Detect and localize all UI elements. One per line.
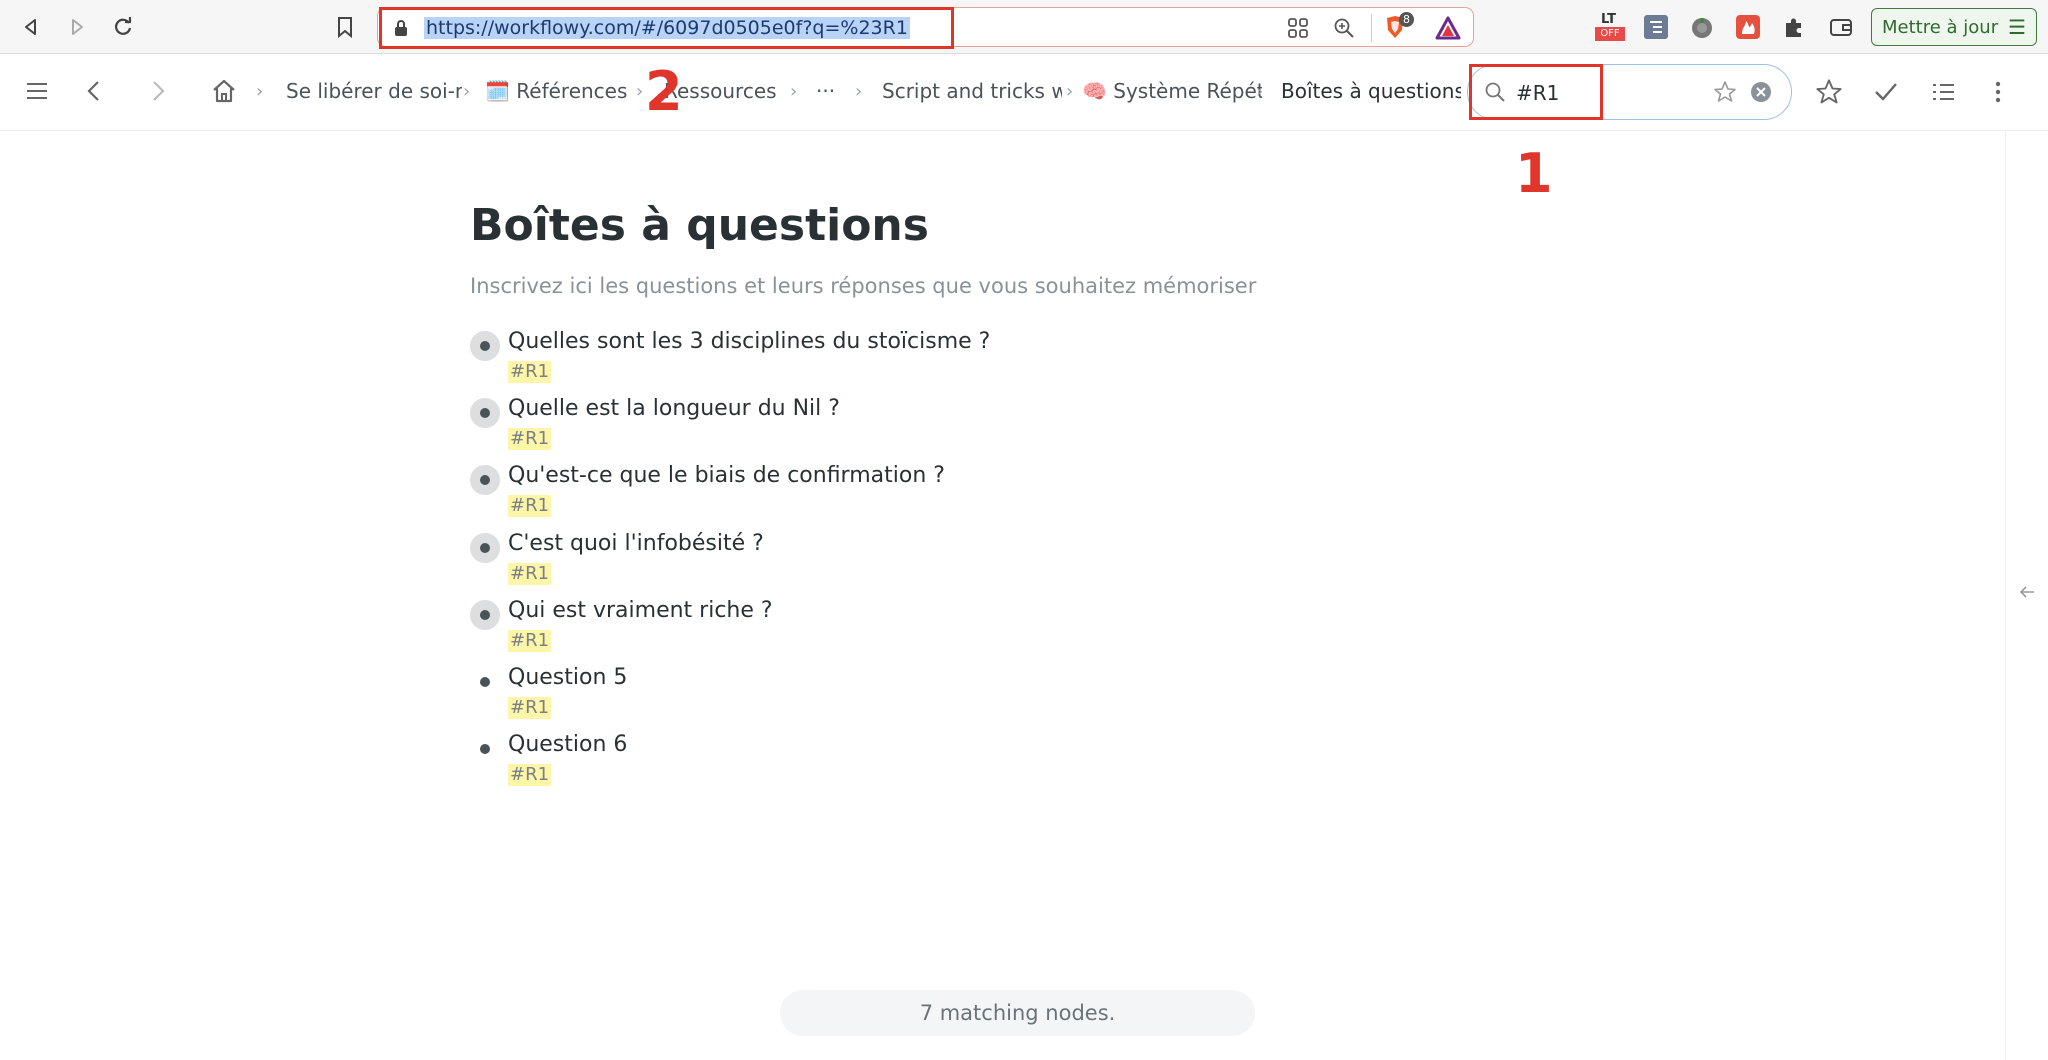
browser-toolbar: https://workflowy.com/#/6097d0505e0f?q=%… — [0, 0, 2048, 54]
nav-back-icon[interactable] — [84, 79, 104, 107]
crumb-5[interactable]: 🧠 Système Répéti — [1082, 79, 1262, 103]
list-item[interactable]: Question 6 #R1 — [470, 730, 1370, 796]
list-item[interactable]: C'est quoi l'infobésité ? #R1 — [470, 529, 1370, 595]
shield-count-badge: 8 — [1399, 12, 1414, 27]
zoom-icon[interactable] — [1333, 17, 1355, 43]
pomodoro-icon[interactable] — [1687, 12, 1717, 42]
list-item-text[interactable]: Question 6 — [508, 732, 627, 757]
forward-icon[interactable] — [62, 12, 92, 42]
crumb-1[interactable]: 🗓️ Références — [485, 79, 630, 103]
annotation-label-1: 1 — [1515, 142, 1553, 205]
outline-extension-icon[interactable] — [1641, 12, 1671, 42]
bullet-collapsed[interactable] — [470, 465, 500, 495]
fire-extension-icon[interactable] — [1733, 12, 1763, 42]
bullet[interactable] — [470, 734, 500, 764]
tag-link[interactable]: #R1 — [508, 697, 552, 719]
tag-link[interactable]: #R1 — [508, 495, 552, 517]
annotation-box-url — [379, 7, 954, 49]
list-item[interactable]: Qui est vraiment riche ? #R1 — [470, 596, 1370, 662]
workflowy-header: › Se libérer de soi-m › 🗓️ Références › … — [0, 55, 2048, 131]
crumb-separator: › — [256, 81, 264, 102]
page-note[interactable]: Inscrivez ici les questions et leurs rép… — [470, 274, 1256, 298]
list-item[interactable]: Question 5 #R1 — [470, 663, 1370, 729]
bullet-collapsed[interactable] — [470, 600, 500, 630]
list-item-text[interactable]: Qu'est-ce que le biais de confirmation ? — [508, 463, 945, 488]
list-item[interactable]: Qu'est-ce que le biais de confirmation ?… — [470, 461, 1370, 527]
list-item-text[interactable]: Quelle est la longueur du Nil ? — [508, 396, 840, 421]
list-item-text[interactable]: Quelles sont les 3 disciplines du stoïci… — [508, 329, 990, 354]
reload-icon[interactable] — [108, 12, 138, 42]
list-view-icon[interactable] — [1929, 79, 1957, 109]
annotation-label-2: 2 — [645, 60, 683, 123]
wallet-icon[interactable] — [1826, 12, 1856, 42]
url-divider — [1371, 14, 1372, 42]
qr-code-icon[interactable] — [1287, 17, 1309, 43]
back-icon[interactable] — [16, 12, 46, 42]
tag-link[interactable]: #R1 — [508, 764, 552, 786]
crumb-separator: › — [1066, 81, 1074, 102]
page-title[interactable]: Boîtes à questions — [470, 200, 929, 251]
more-options-icon[interactable] — [1990, 79, 2006, 109]
tag-link[interactable]: #R1 — [508, 630, 552, 652]
expand-panel-icon[interactable] — [2018, 584, 2036, 603]
crumb-separator: › — [855, 81, 863, 102]
crumb-current[interactable]: Boîtes à questions — [1281, 79, 1461, 103]
right-sidebar-strip — [2005, 132, 2048, 1060]
update-button-label: Mettre à jour — [1882, 16, 1999, 38]
checkmark-icon[interactable] — [1872, 79, 1900, 109]
brave-shield-icon[interactable]: 8 — [1383, 12, 1414, 46]
bullet[interactable] — [470, 667, 500, 697]
list-item-text[interactable]: Qui est vraiment riche ? — [508, 598, 773, 623]
list-item[interactable]: Quelle est la longueur du Nil ? #R1 — [470, 394, 1370, 460]
bullet-collapsed[interactable] — [470, 398, 500, 428]
crumb-separator: › — [1256, 81, 1264, 102]
crumb-3[interactable]: ··· — [816, 79, 846, 103]
star-search-icon[interactable] — [1713, 80, 1737, 108]
list-item[interactable]: Quelles sont les 3 disciplines du stoïci… — [470, 327, 1370, 393]
matching-nodes-status: 7 matching nodes. — [780, 990, 1255, 1036]
crumb-4[interactable]: Script and tricks w — [882, 79, 1062, 103]
tag-link[interactable]: #R1 — [508, 361, 552, 383]
brave-rewards-icon[interactable] — [1435, 16, 1461, 44]
tag-link[interactable]: #R1 — [508, 428, 552, 450]
clear-search-icon[interactable] — [1750, 81, 1772, 107]
bullet-collapsed[interactable] — [470, 533, 500, 563]
crumb-separator: › — [463, 81, 471, 102]
update-button[interactable]: Mettre à jour ☰ — [1871, 8, 2037, 46]
extensions-puzzle-icon[interactable] — [1779, 12, 1809, 42]
list-item-text[interactable]: Question 5 — [508, 665, 627, 690]
crumb-separator: › — [636, 81, 644, 102]
star-icon[interactable] — [1815, 78, 1843, 110]
sidebar-menu-icon[interactable] — [24, 79, 50, 107]
bullet-collapsed[interactable] — [470, 331, 500, 361]
bookmark-icon[interactable] — [330, 12, 360, 42]
tag-link[interactable]: #R1 — [508, 563, 552, 585]
menu-icon: ☰ — [2008, 15, 2027, 39]
home-icon[interactable] — [210, 77, 238, 109]
crumb-separator: › — [790, 81, 798, 102]
list-item-text[interactable]: C'est quoi l'infobésité ? — [508, 531, 764, 556]
nav-forward-icon[interactable] — [148, 79, 168, 107]
crumb-0[interactable]: Se libérer de soi-m — [286, 79, 462, 103]
lt-off-badge: OFF — [1595, 27, 1625, 41]
main-content: Boîtes à questions Inscrivez ici les que… — [0, 132, 2005, 1060]
annotation-box-search — [1469, 64, 1603, 120]
languagetool-icon[interactable]: LT OFF — [1595, 12, 1625, 42]
